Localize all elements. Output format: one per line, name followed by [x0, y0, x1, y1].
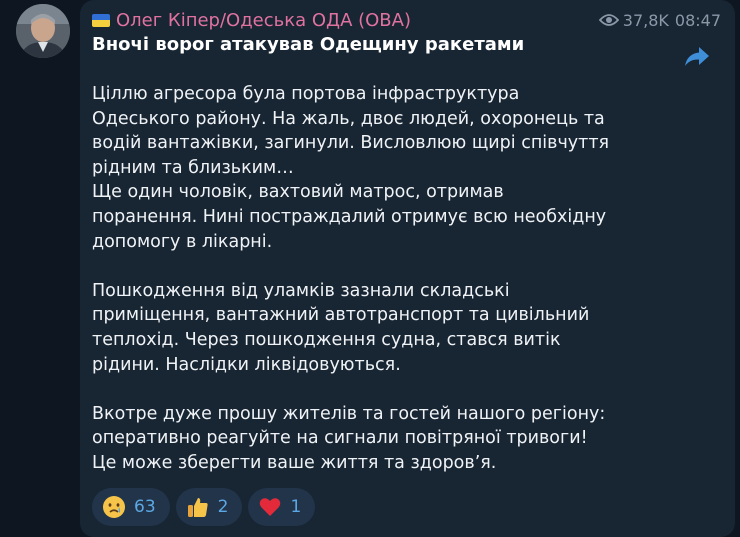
eye-icon: [598, 14, 619, 26]
avatar-image: [16, 4, 70, 58]
message-paragraph: Пошкодження від уламків зазнали складськ…: [92, 279, 702, 377]
message-body: Ціллю агресора була портова інфраструкту…: [92, 82, 702, 500]
message-meta: 37,8K 08:47: [598, 8, 721, 32]
reaction-button[interactable]: 63: [92, 488, 170, 526]
reactions-bar: 63 2 1: [92, 488, 316, 526]
view-count: 37,8K: [622, 10, 669, 30]
thumbs-up-icon: [186, 495, 210, 519]
message-line: допомогу в лікарні.: [92, 231, 273, 252]
message-header: Олег Кіпер/Одеська ОДА (ОВА) 37,8K 08:47: [92, 8, 725, 32]
message-line: Це може зберегти ваше життя та здоров’я.: [92, 452, 497, 473]
message-line: Ціллю агресора була портова інфраструкту…: [92, 84, 520, 104]
message-paragraph: Вкотре дуже прошу жителів та гостей нашо…: [92, 402, 702, 476]
reaction-count: 1: [290, 497, 302, 517]
message-line: рідини. Наслідки ліквідовуються.: [92, 354, 401, 375]
message-line: Ще один чоловік, вахтовий матрос, отрима…: [92, 182, 504, 203]
reaction-button[interactable]: 1: [248, 488, 316, 526]
message-line: водій вантажівки, загинули. Висловлюю щи…: [92, 133, 610, 154]
red-heart-icon: [258, 495, 282, 519]
reaction-count: 63: [134, 497, 156, 517]
message-line: приміщення, вантажний автотранспорт та ц…: [92, 305, 590, 326]
sender-name[interactable]: Олег Кіпер/Одеська ОДА (ОВА): [116, 10, 411, 31]
message-line: поранення. Нині постраждалий отримує всю…: [92, 206, 607, 227]
reaction-count: 2: [217, 497, 229, 517]
message-paragraph: Ціллю агресора була портова інфраструкту…: [92, 82, 702, 254]
message-title: Вночі ворог атакував Одещину ракетами: [92, 34, 525, 55]
message-line: теплохід. Через пошкодження судна, ставс…: [92, 329, 561, 350]
message-line: оперативно реагуйте на сигнали повітряно…: [92, 428, 588, 449]
share-icon[interactable]: [683, 42, 711, 70]
channel-avatar[interactable]: [16, 4, 70, 58]
ukraine-flag-icon: [92, 13, 110, 27]
message-line: Пошкодження від уламків зазнали складськ…: [92, 280, 510, 301]
message-line: Вкотре дуже прошу жителів та гостей нашо…: [92, 403, 606, 424]
reaction-button[interactable]: 2: [175, 488, 243, 526]
message-bubble: Олег Кіпер/Одеська ОДА (ОВА) 37,8K 08:47…: [80, 0, 735, 537]
message-line: рідним та близьким…: [92, 157, 294, 178]
message-time: 08:47: [674, 10, 721, 30]
message-line: Одеського району. На жаль, двоє людей, о…: [92, 108, 605, 129]
crying-face-icon: [102, 495, 126, 519]
